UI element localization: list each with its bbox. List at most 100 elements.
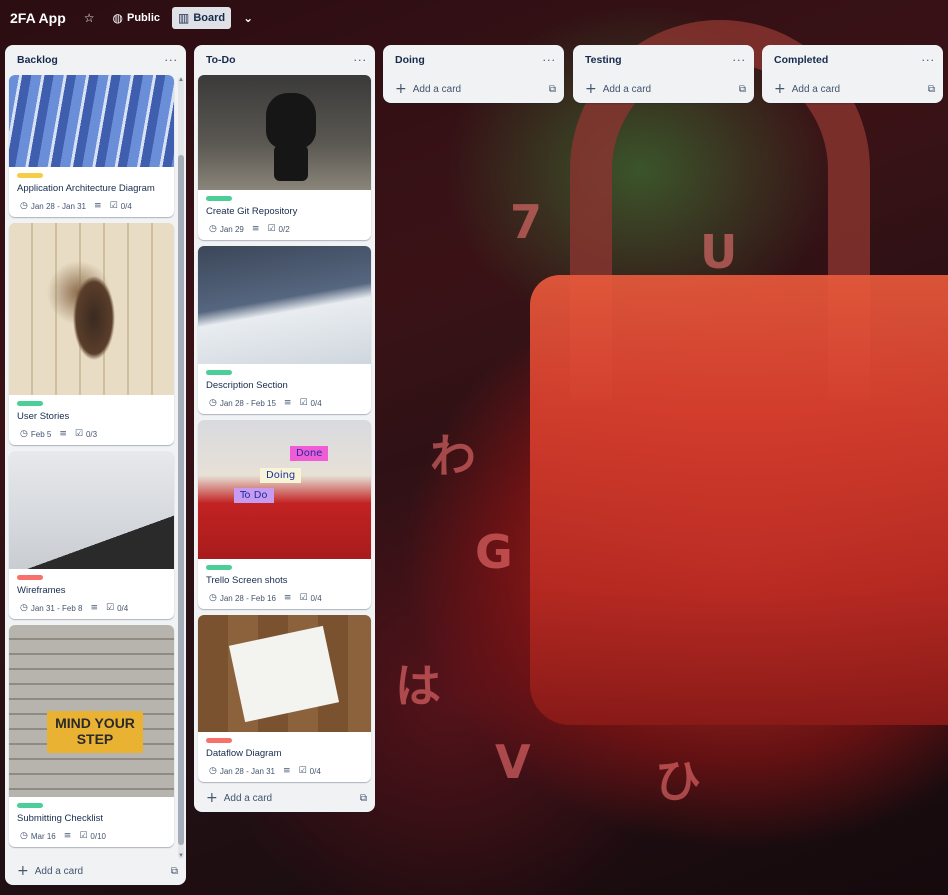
list-todo: To-Do ··· Create Git Repository ◷ Jan 29 …: [194, 45, 375, 812]
star-button[interactable]: ☆: [78, 7, 101, 29]
ellipsis-icon[interactable]: ···: [543, 54, 557, 67]
due-date-text: Jan 31 - Feb 8: [30, 603, 83, 613]
card[interactable]: Create Git Repository ◷ Jan 29 ≡ ☑ 0/2: [198, 75, 371, 240]
card-label[interactable]: [17, 803, 43, 808]
list-cards-viewport: Application Architecture Diagram ◷ Jan 28…: [5, 75, 186, 857]
board-title[interactable]: 2FA App: [10, 10, 66, 26]
card-cover-image: [9, 223, 174, 395]
description-badge: ≡: [252, 224, 260, 234]
description-icon: ≡: [63, 831, 72, 841]
card[interactable]: Application Architecture Diagram ◷ Jan 28…: [9, 75, 174, 217]
description-icon: ≡: [94, 201, 102, 211]
list-footer: + Add a card ⧉: [5, 857, 186, 885]
visibility-button[interactable]: ◍ Public: [107, 7, 167, 29]
checklist-badge: ☑ 0/4: [110, 201, 132, 211]
ellipsis-icon[interactable]: ···: [354, 54, 368, 67]
card-label[interactable]: [206, 196, 232, 201]
card-label[interactable]: [17, 575, 43, 580]
due-date-badge[interactable]: ◷ Jan 28 - Jan 31: [20, 201, 86, 211]
card[interactable]: Wireframes ◷ Jan 31 - Feb 8 ≡ ☑ 0/4: [9, 451, 174, 619]
due-date-badge[interactable]: ◷ Jan 28 - Feb 16: [209, 593, 276, 603]
clock-icon: ◷: [20, 831, 28, 841]
card-label[interactable]: [206, 565, 232, 570]
scroll-thumb[interactable]: [178, 155, 184, 845]
board-view-button[interactable]: ▥ Board: [172, 7, 232, 29]
list-title[interactable]: Completed: [774, 54, 828, 66]
checklist-icon: ☑: [79, 831, 88, 841]
board-icon: ▥: [178, 11, 190, 25]
padlock-body: [530, 275, 948, 725]
scroll-up-icon[interactable]: ▲: [178, 77, 184, 83]
card-label[interactable]: [206, 738, 232, 743]
list-footer: + Add a card ⧉: [194, 784, 375, 812]
scroll-down-icon[interactable]: ▼: [178, 853, 184, 859]
description-badge: ≡: [59, 429, 67, 439]
ellipsis-icon[interactable]: ···: [922, 54, 936, 67]
list-title[interactable]: Doing: [395, 54, 425, 66]
list-title[interactable]: To-Do: [206, 54, 236, 66]
card-label[interactable]: [17, 173, 43, 178]
template-icon[interactable]: ⧉: [360, 793, 367, 804]
description-badge: ≡: [64, 831, 72, 841]
due-date-badge[interactable]: ◷ Jan 28 - Jan 31: [209, 766, 275, 776]
add-card-button[interactable]: + Add a card: [395, 82, 462, 96]
template-icon[interactable]: ⧉: [739, 84, 746, 95]
list-title[interactable]: Testing: [585, 54, 622, 66]
template-icon[interactable]: ⧉: [928, 84, 935, 95]
add-card-label: Add a card: [412, 83, 462, 95]
card-title: Create Git Repository: [206, 206, 298, 217]
checklist-count: 0/2: [278, 224, 290, 234]
card[interactable]: Dataflow Diagram ◷ Jan 28 - Jan 31 ≡ ☑ 0/4: [198, 615, 371, 782]
checklist-count: 0/10: [90, 831, 106, 841]
card-cover-image: [9, 75, 174, 167]
description-icon: ≡: [283, 593, 292, 603]
card-cover-image: MIND YOUR STEP: [9, 625, 174, 797]
card[interactable]: Description Section ◷ Jan 28 - Feb 15 ≡ ☑…: [198, 246, 371, 414]
add-card-label: Add a card: [791, 83, 841, 95]
checklist-count: 0/4: [310, 593, 322, 603]
description-badge: ≡: [94, 201, 102, 211]
list-title[interactable]: Backlog: [17, 54, 58, 66]
view-switcher-button[interactable]: ⌄: [237, 7, 259, 29]
card[interactable]: User Stories ◷ Feb 5 ≡ ☑ 0/3: [9, 223, 174, 445]
description-icon: ≡: [283, 766, 291, 776]
due-date-badge[interactable]: ◷ Jan 29: [209, 224, 244, 234]
ellipsis-icon[interactable]: ···: [733, 54, 747, 67]
card-label[interactable]: [206, 370, 232, 375]
sticky-note-todo: To Do: [234, 488, 274, 503]
due-date-text: Mar 16: [30, 831, 56, 841]
card[interactable]: Done Doing To Do Trello Screen shots ◷ Ja…: [198, 420, 371, 609]
clock-icon: ◷: [209, 224, 217, 234]
due-date-badge[interactable]: ◷ Jan 31 - Feb 8: [20, 603, 82, 613]
add-card-button[interactable]: + Add a card: [206, 791, 272, 805]
add-card-button[interactable]: + Add a card: [17, 864, 84, 878]
card[interactable]: MIND YOUR STEP Submitting Checklist ◷ Mar…: [9, 625, 174, 847]
scrollbar[interactable]: ▲ ▼: [178, 77, 184, 859]
template-icon[interactable]: ⧉: [549, 84, 556, 95]
card-cover-image: [198, 615, 371, 732]
add-card-button[interactable]: + Add a card: [774, 82, 841, 96]
ellipsis-icon[interactable]: ···: [165, 54, 179, 67]
card-cover-image: [198, 75, 371, 190]
chevron-down-icon: ⌄: [243, 11, 254, 25]
add-card-button[interactable]: + Add a card: [585, 82, 651, 96]
description-icon: ≡: [251, 224, 260, 234]
list-footer: + Add a card ⧉: [573, 75, 754, 103]
add-card-label: Add a card: [34, 865, 84, 877]
checklist-icon: ☑: [298, 766, 307, 776]
due-date-text: Jan 28 - Feb 15: [219, 398, 276, 408]
due-date-badge[interactable]: ◷ Jan 28 - Feb 15: [209, 398, 276, 408]
description-badge: ≡: [90, 603, 98, 613]
template-icon[interactable]: ⧉: [171, 866, 178, 877]
due-date-badge[interactable]: ◷ Feb 5: [20, 429, 51, 439]
card-title: Submitting Checklist: [17, 813, 104, 824]
keycap-ha: は: [395, 659, 441, 713]
description-icon: ≡: [90, 603, 98, 613]
dataflow-sketch-paper: [228, 625, 340, 723]
list-footer: + Add a card ⧉: [383, 75, 564, 103]
keycap-7: 7: [510, 195, 543, 249]
card-label[interactable]: [17, 401, 43, 406]
due-date-badge[interactable]: ◷ Mar 16: [20, 831, 56, 841]
card-title: Description Section: [206, 380, 288, 391]
checklist-badge: ☑ 0/4: [299, 766, 321, 776]
